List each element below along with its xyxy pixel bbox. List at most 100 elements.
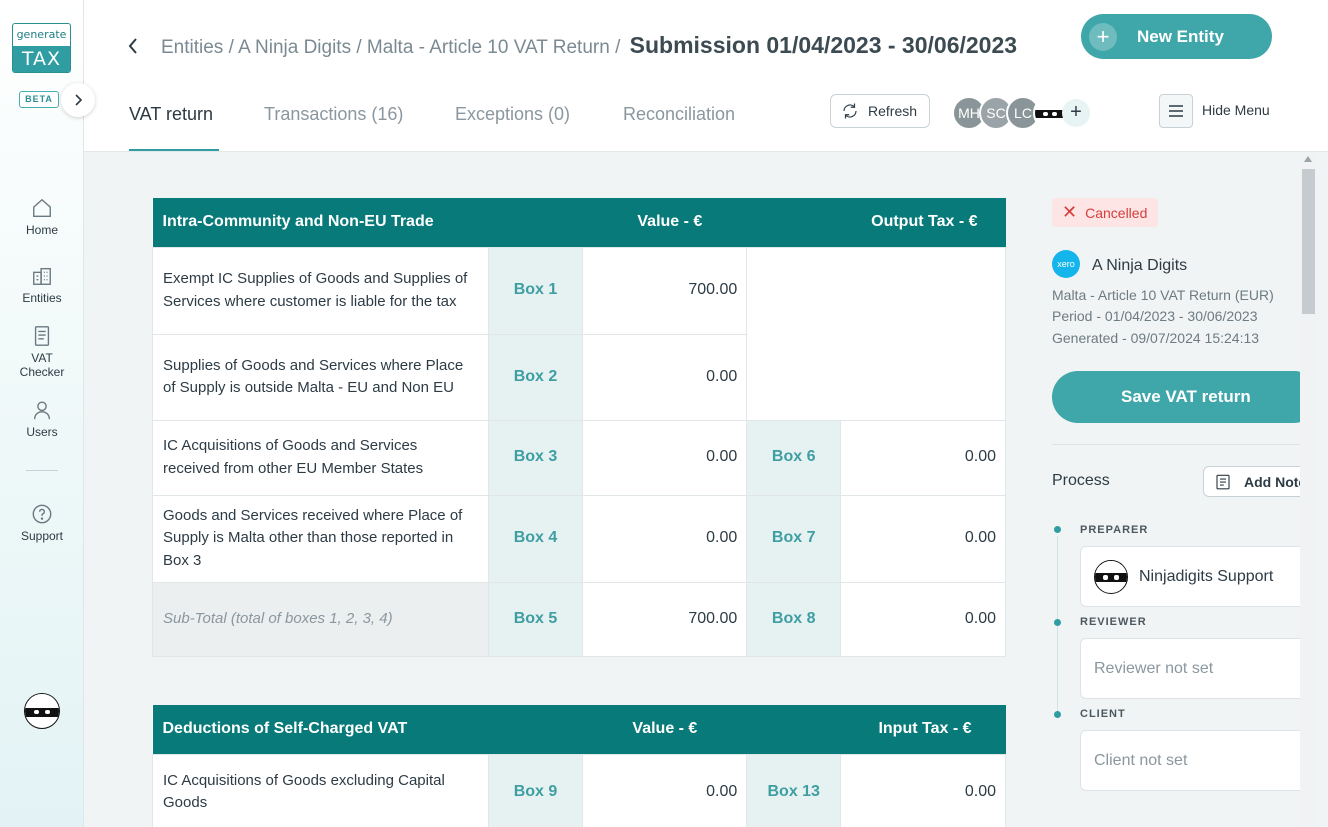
add-note-label: Add Note	[1244, 473, 1300, 490]
logo-bottom-text: TAX	[13, 46, 70, 72]
tab-exceptions[interactable]: Exceptions (0)	[455, 104, 570, 125]
table-row: IC Acquisitions of Goods and Services re…	[152, 419, 1006, 496]
box-value[interactable]: 0.00	[582, 419, 748, 496]
preparer-name: Ninjadigits Support	[1139, 567, 1274, 585]
sidebar: generate TAX BETA Home Entities VAT Chec…	[0, 0, 84, 827]
tax-box-label: Box 13	[746, 753, 842, 827]
timeline-dot	[1054, 711, 1061, 718]
document-icon	[34, 326, 50, 346]
table-title: Intra-Community and Non-EU Trade	[152, 198, 583, 247]
sidebar-divider	[26, 470, 58, 471]
new-entity-label: New Entity	[1137, 26, 1224, 46]
scrollbar-thumb[interactable]	[1302, 169, 1315, 314]
tab-transactions[interactable]: Transactions (16)	[264, 104, 403, 125]
box-label: Box 3	[487, 419, 584, 496]
tax-value[interactable]: 0.00	[840, 419, 1006, 496]
empty-cell	[746, 246, 1006, 421]
row-description: Supplies of Goods and Services where Pla…	[152, 333, 489, 421]
scroll-up-arrow[interactable]	[1304, 156, 1312, 162]
tax-value[interactable]: 0.00	[840, 494, 1006, 583]
row-description: IC Acquisitions of Goods excluding Capit…	[152, 753, 489, 827]
reviewer-role-label: REVIEWER	[1080, 616, 1147, 628]
breadcrumb-path[interactable]: Entities / A Ninja Digits / Malta - Arti…	[161, 37, 620, 58]
box-label: Box 1	[487, 246, 584, 335]
table-row: Exempt IC Supplies of Goods and Supplies…	[152, 246, 1006, 421]
client-role-label: CLIENT	[1080, 708, 1126, 720]
preparer-role-label: PREPARER	[1080, 524, 1149, 536]
tax-column-header: Output Tax - €	[746, 198, 1006, 247]
process-timeline	[1057, 536, 1058, 716]
page-title: Submission 01/04/2023 - 30/06/2023	[629, 32, 1018, 58]
tax-box-label: Box 7	[746, 494, 842, 583]
new-entity-button[interactable]: + New Entity	[1081, 14, 1272, 59]
user-avatar[interactable]	[24, 693, 60, 729]
user-icon	[33, 401, 51, 420]
save-vat-return-button[interactable]: Save VAT return	[1052, 371, 1300, 423]
preparer-card[interactable]: Ninjadigits Support	[1080, 546, 1300, 607]
active-tab-indicator	[129, 149, 219, 151]
box-value[interactable]: 0.00	[582, 494, 748, 583]
row-description: IC Acquisitions of Goods and Services re…	[152, 419, 489, 496]
plus-icon: +	[1089, 22, 1117, 51]
buildings-icon	[33, 267, 51, 285]
box-value[interactable]: 700.00	[582, 246, 748, 335]
table-header-row: Deductions of Self-Charged VAT Value - €…	[152, 705, 1006, 754]
box-label: Box 9	[487, 753, 584, 827]
subtotal-row: Sub-Total (total of boxes 1, 2, 3, 4) Bo…	[152, 581, 1006, 657]
tax-column-header: Input Tax - €	[746, 705, 1006, 754]
hamburger-icon	[1169, 105, 1183, 117]
generate-tax-logo[interactable]: generate TAX	[12, 23, 71, 73]
panel-divider	[1052, 444, 1300, 445]
expand-sidebar-button[interactable]	[61, 83, 95, 117]
row-description: Exempt IC Supplies of Goods and Supplies…	[152, 246, 489, 335]
tax-box-label: Box 8	[746, 581, 842, 657]
chevron-left-icon	[128, 38, 137, 54]
tax-value: 0.00	[840, 581, 1006, 657]
table-title: Deductions of Self-Charged VAT	[152, 705, 583, 754]
refresh-button[interactable]: Refresh	[830, 94, 930, 128]
add-note-button[interactable]: Add Note	[1203, 466, 1300, 497]
row-description: Sub-Total (total of boxes 1, 2, 3, 4)	[152, 581, 489, 657]
row-description: Goods and Services received where Place …	[152, 494, 489, 583]
sidebar-item-users[interactable]: Users	[0, 399, 84, 439]
box-value: 700.00	[582, 581, 748, 657]
beta-badge: BETA	[19, 91, 59, 108]
intra-community-table: Intra-Community and Non-EU Trade Value -…	[152, 198, 1006, 657]
note-icon	[1216, 474, 1230, 489]
box-value[interactable]: 0.00	[582, 333, 748, 421]
tab-reconciliation[interactable]: Reconciliation	[623, 104, 735, 125]
sidebar-item-support[interactable]: Support	[0, 503, 84, 543]
sidebar-item-entities[interactable]: Entities	[0, 265, 84, 305]
page-header: Entities / A Ninja Digits / Malta - Arti…	[84, 0, 1328, 152]
chevron-right-icon	[75, 94, 83, 106]
hide-menu-button[interactable]	[1159, 94, 1193, 128]
add-user-button[interactable]: +	[1062, 99, 1090, 127]
refresh-label: Refresh	[868, 103, 918, 119]
client-card[interactable]: Client not set	[1080, 730, 1300, 791]
tax-value[interactable]: 0.00	[840, 753, 1006, 827]
breadcrumb: Entities / A Ninja Digits / Malta - Arti…	[161, 32, 1017, 59]
reviewer-card[interactable]: Reviewer not set	[1080, 638, 1300, 699]
value-column-header: Value - €	[582, 198, 747, 247]
value-column-header: Value - €	[582, 705, 747, 754]
process-heading: Process	[1052, 472, 1110, 489]
sidebar-item-label: Home	[25, 223, 58, 237]
sidebar-item-home[interactable]: Home	[0, 197, 84, 237]
logo-top-text: generate	[16, 28, 67, 41]
back-button[interactable]	[126, 36, 140, 61]
timeline-dot	[1054, 619, 1061, 626]
table-row: IC Acquisitions of Goods excluding Capit…	[152, 753, 1006, 827]
sidebar-item-label: VAT	[31, 351, 53, 365]
home-icon	[33, 198, 51, 217]
box-value[interactable]: 0.00	[582, 753, 748, 827]
hide-menu-label[interactable]: Hide Menu	[1202, 102, 1270, 118]
sidebar-item-label: Checker	[19, 365, 65, 379]
timeline-dot	[1054, 526, 1061, 533]
tax-box-label: Box 6	[746, 419, 842, 496]
sidebar-item-vat-checker[interactable]: VAT Checker	[0, 325, 84, 379]
sidebar-item-label: Support	[20, 529, 64, 543]
refresh-icon	[843, 103, 857, 119]
table-row: Goods and Services received where Place …	[152, 494, 1006, 583]
tab-vat-return[interactable]: VAT return	[129, 104, 213, 125]
deductions-table: Deductions of Self-Charged VAT Value - €…	[152, 705, 1006, 827]
